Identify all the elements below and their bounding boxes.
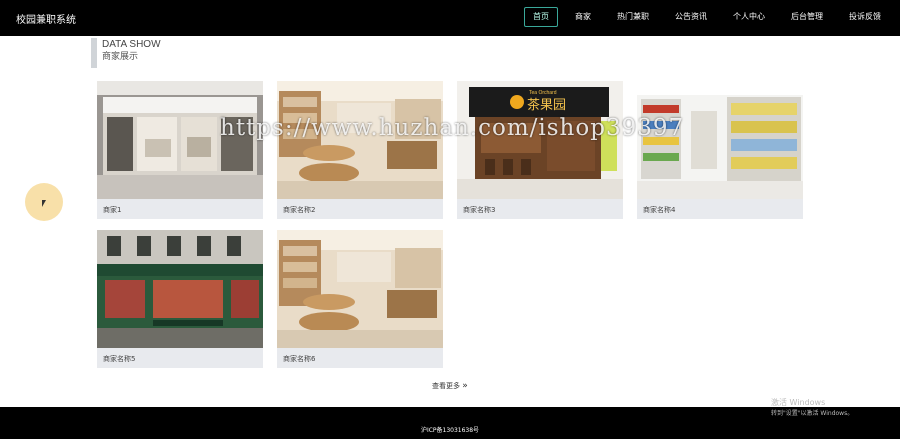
merchant-name[interactable]: 商家名称5 bbox=[103, 354, 135, 364]
merchant-name[interactable]: 商家1 bbox=[103, 205, 121, 215]
activation-title: 激活 Windows bbox=[771, 398, 826, 407]
footer: 沪ICP备13031638号 bbox=[0, 407, 900, 439]
watermark-text: https://www.huzhan.com/ishop39397 bbox=[220, 115, 685, 141]
merchant-card[interactable]: 商家1 bbox=[97, 81, 263, 219]
nav-announcements[interactable]: 公告资讯 bbox=[666, 7, 716, 27]
merchant-name[interactable]: 商家名称6 bbox=[283, 354, 315, 364]
activation-subtitle: 转到"设置"以激活 Windows。 bbox=[771, 410, 854, 417]
nav-personal-center[interactable]: 个人中心 bbox=[724, 7, 774, 27]
merchant-image[interactable] bbox=[277, 230, 443, 348]
nav-merchants[interactable]: 商家 bbox=[566, 7, 600, 27]
view-more-link[interactable]: 查看更多 » bbox=[432, 381, 468, 391]
nav-admin[interactable]: 后台管理 bbox=[782, 7, 832, 27]
merchant-name[interactable]: 商家名称4 bbox=[643, 205, 675, 215]
merchant-name[interactable]: 商家名称3 bbox=[463, 205, 495, 215]
section-title-en: DATA SHOW bbox=[102, 39, 161, 50]
merchant-card[interactable]: 商家名称2 bbox=[277, 81, 443, 219]
merchant-card[interactable]: 商家名称5 bbox=[97, 230, 263, 368]
top-navbar: 校园兼职系统 首页 商家 热门兼职 公告资讯 个人中心 后台管理 投诉反馈 bbox=[0, 0, 900, 36]
tea-sign-en: Tea Orchard bbox=[529, 90, 557, 96]
double-chevron-right-icon: » bbox=[462, 381, 468, 391]
nav-home[interactable]: 首页 bbox=[524, 7, 558, 27]
nav-hot-jobs[interactable]: 热门兼职 bbox=[608, 7, 658, 27]
site-brand[interactable]: 校园兼职系统 bbox=[16, 11, 76, 26]
footer-icp[interactable]: 沪ICP备13031638号 bbox=[0, 425, 900, 434]
mouse-cursor-icon bbox=[42, 200, 46, 207]
merchant-card[interactable]: Tea Orchard 茶果园 商家名称3 bbox=[457, 81, 623, 219]
merchant-card[interactable]: 商家名称6 bbox=[277, 230, 443, 368]
view-more-label: 查看更多 bbox=[432, 382, 460, 390]
nav-feedback[interactable]: 投诉反馈 bbox=[840, 7, 890, 27]
section-heading: DATA SHOW 商家展示 bbox=[91, 38, 161, 68]
tea-sign-cn: 茶果园 bbox=[527, 97, 566, 113]
merchant-name[interactable]: 商家名称2 bbox=[283, 205, 315, 215]
main-nav: 首页 商家 热门兼职 公告资讯 个人中心 后台管理 投诉反馈 bbox=[516, 7, 890, 27]
windows-activation-notice: 激活 Windows 转到"设置"以激活 Windows。 bbox=[771, 397, 853, 419]
merchant-card[interactable]: 商家名称4 bbox=[637, 81, 803, 219]
section-title-cn: 商家展示 bbox=[102, 52, 139, 62]
merchant-image[interactable] bbox=[97, 230, 263, 348]
